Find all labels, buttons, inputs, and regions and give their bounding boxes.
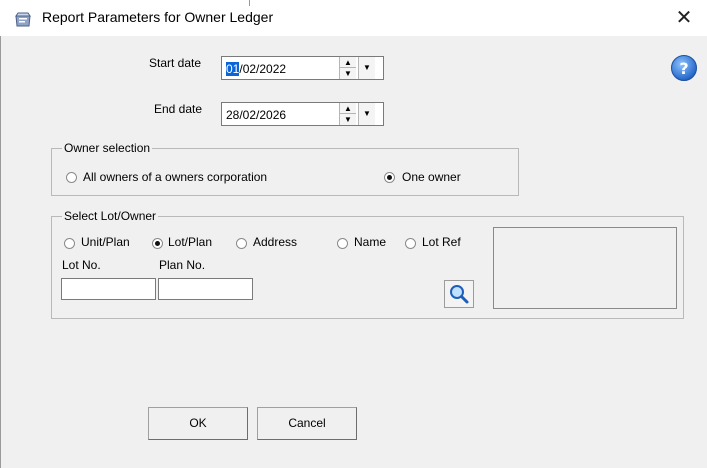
top-tick-divider: [249, 0, 250, 6]
radio-lot-ref-label[interactable]: Lot Ref: [422, 235, 461, 249]
cancel-button[interactable]: Cancel: [257, 407, 357, 440]
spin-down-icon[interactable]: ▼: [340, 114, 356, 125]
select-lot-owner-legend: Select Lot/Owner: [62, 209, 159, 223]
end-date-spinner[interactable]: ▲ ▼: [339, 103, 356, 125]
radio-name-label[interactable]: Name: [354, 235, 386, 249]
search-magnifier-icon: [450, 285, 469, 304]
title-bar: Report Parameters for Owner Ledger ✕: [0, 0, 707, 36]
window-title: Report Parameters for Owner Ledger: [42, 9, 274, 25]
end-date-picker[interactable]: 28/02/2026 ▲ ▼ ▼: [221, 102, 384, 126]
report-app-icon: [13, 10, 33, 28]
radio-name[interactable]: [337, 238, 348, 249]
left-window-edge: [0, 36, 1, 468]
svg-text:?: ?: [679, 59, 688, 78]
owner-selection-legend: Owner selection: [62, 141, 153, 155]
start-date-label: Start date: [149, 56, 202, 70]
close-icon: ✕: [675, 7, 693, 29]
ok-button[interactable]: OK: [148, 407, 248, 440]
end-date-value: 28/02/2026: [226, 108, 287, 122]
spin-up-icon[interactable]: ▲: [340, 103, 356, 114]
radio-address[interactable]: [236, 238, 247, 249]
lot-no-label: Lot No.: [62, 258, 101, 272]
plan-no-input[interactable]: [158, 278, 253, 300]
radio-unit-plan-label[interactable]: Unit/Plan: [81, 235, 130, 249]
radio-lot-plan[interactable]: [152, 238, 163, 249]
plan-no-label: Plan No.: [159, 258, 206, 272]
end-date-dropdown-icon[interactable]: ▼: [358, 103, 375, 125]
search-button[interactable]: [444, 280, 474, 308]
start-date-dropdown-icon[interactable]: ▼: [358, 57, 375, 79]
spin-down-icon[interactable]: ▼: [340, 68, 356, 79]
start-date-spinner[interactable]: ▲ ▼: [339, 57, 356, 79]
start-date-picker[interactable]: 01/02/2022 ▲ ▼ ▼: [221, 56, 384, 80]
radio-unit-plan[interactable]: [64, 238, 75, 249]
radio-lot-ref[interactable]: [405, 238, 416, 249]
radio-all-owners[interactable]: [66, 172, 77, 183]
help-icon: ?: [671, 55, 697, 81]
spin-up-icon[interactable]: ▲: [340, 57, 356, 68]
radio-address-label[interactable]: Address: [253, 235, 297, 249]
radio-one-owner-label[interactable]: One owner: [402, 170, 461, 184]
owner-preview-box: [493, 227, 677, 309]
radio-one-owner[interactable]: [384, 172, 395, 183]
end-date-label: End date: [154, 102, 203, 116]
radio-lot-plan-label[interactable]: Lot/Plan: [168, 235, 212, 249]
lot-no-input[interactable]: [61, 278, 156, 300]
help-button[interactable]: ?: [670, 54, 698, 82]
close-button[interactable]: ✕: [661, 0, 707, 36]
radio-all-owners-label[interactable]: All owners of a owners corporation: [83, 170, 267, 184]
start-date-rest: /02/2022: [239, 62, 287, 76]
start-date-day-selected: 01: [226, 62, 240, 76]
